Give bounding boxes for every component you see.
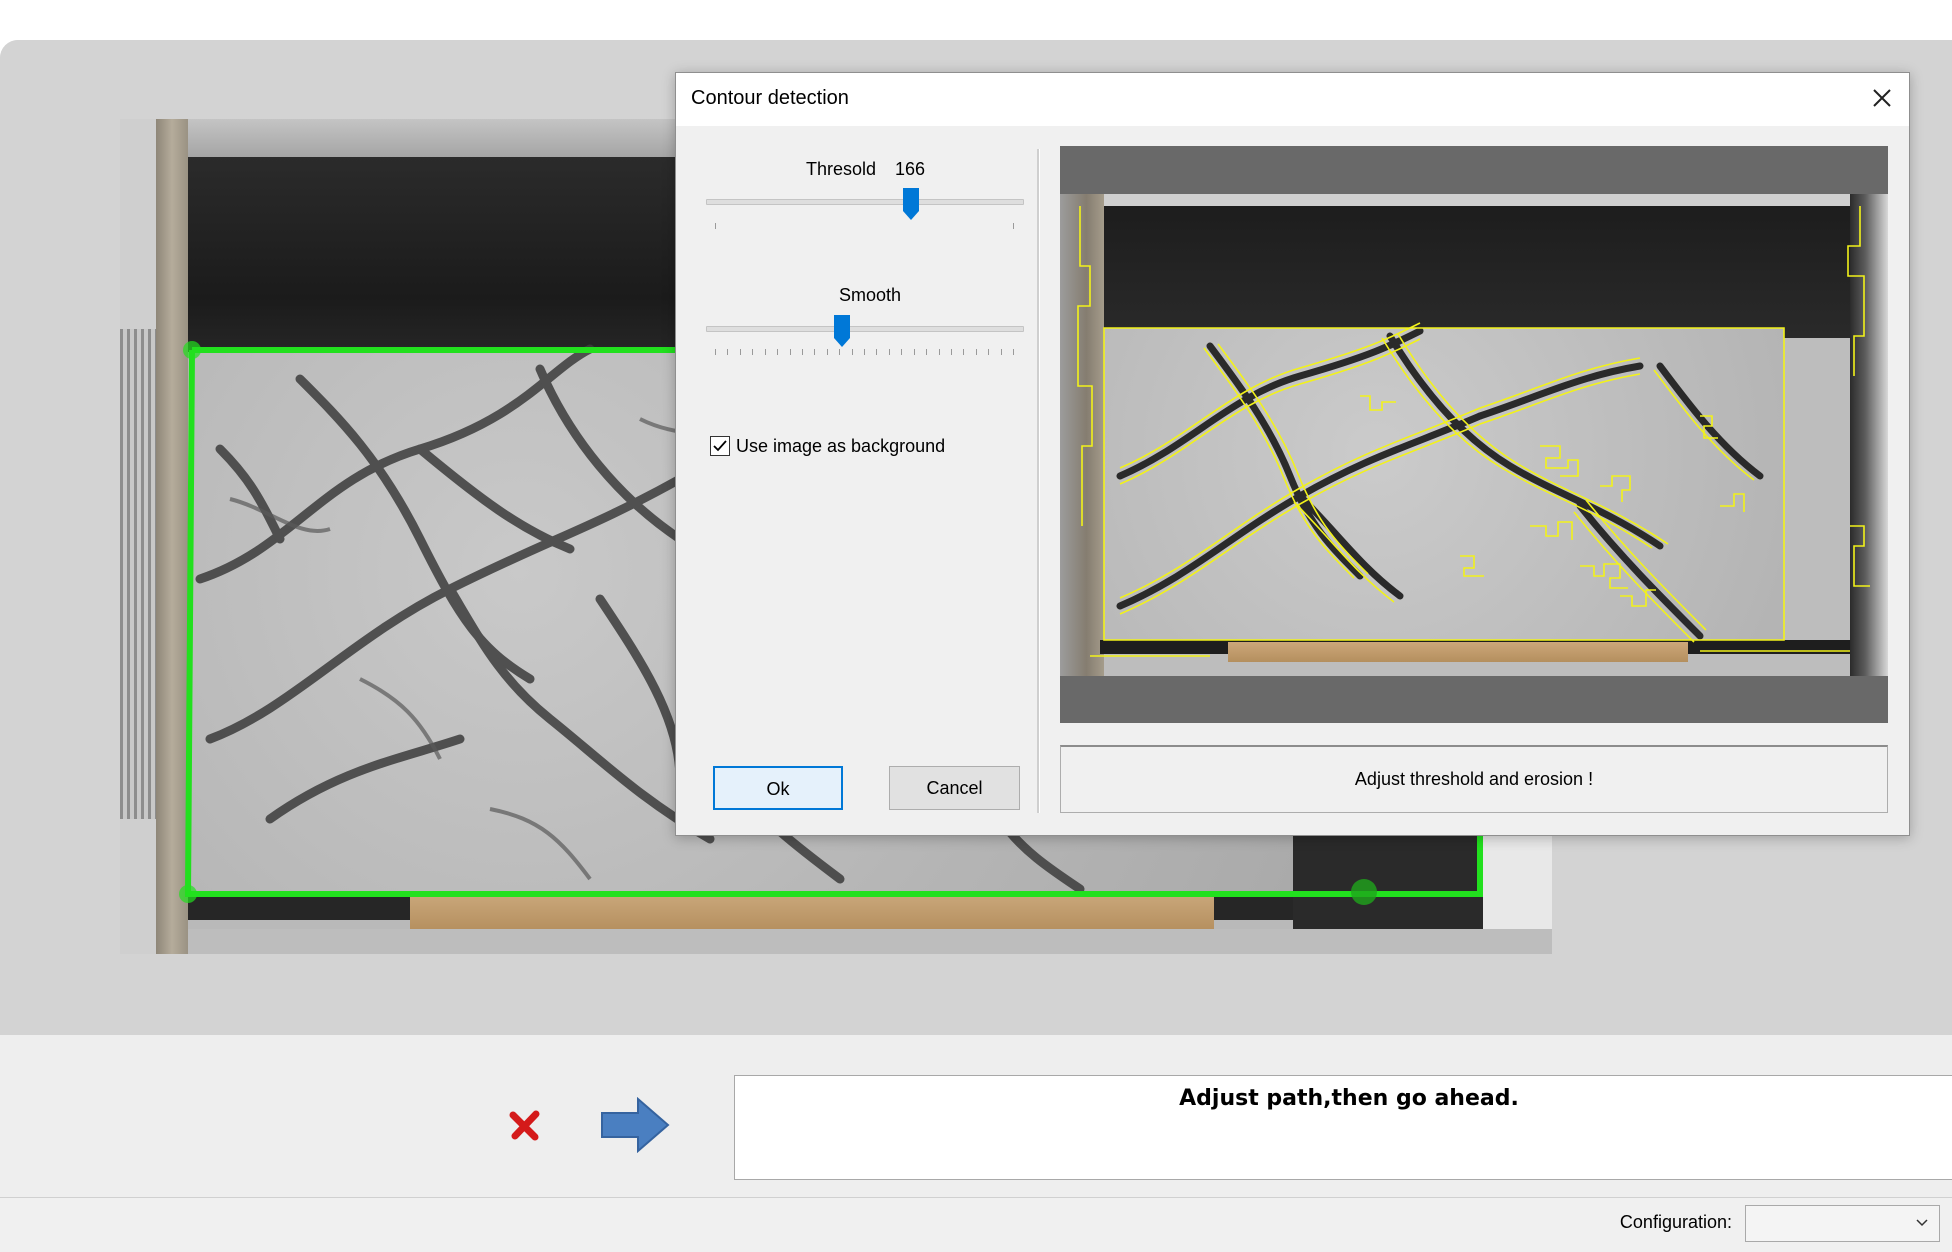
smooth-tick bbox=[876, 349, 878, 355]
dialog-divider bbox=[1037, 149, 1040, 813]
threshold-value: 166 bbox=[895, 159, 926, 179]
close-icon[interactable] bbox=[1867, 83, 1897, 113]
instruction-message: Adjust path,then go ahead. bbox=[734, 1075, 1952, 1180]
smooth-tick bbox=[715, 349, 716, 355]
smooth-tick bbox=[777, 349, 779, 355]
smooth-tick bbox=[839, 349, 841, 355]
dialog-titlebar[interactable]: Contour detection bbox=[676, 73, 1909, 126]
smooth-slider-thumb[interactable] bbox=[832, 314, 852, 348]
dialog-title: Contour detection bbox=[691, 87, 849, 109]
threshold-slider-track[interactable] bbox=[706, 199, 1024, 205]
smooth-tick bbox=[1000, 349, 1002, 355]
cancel-icon[interactable] bbox=[505, 1105, 545, 1145]
smooth-tick bbox=[764, 349, 766, 355]
configuration-select[interactable] bbox=[1745, 1205, 1940, 1242]
detected-contours bbox=[1077, 206, 1870, 657]
smooth-tick bbox=[938, 349, 940, 355]
smooth-tick bbox=[727, 349, 729, 355]
threshold-slider-thumb[interactable] bbox=[901, 187, 921, 221]
smooth-tick bbox=[901, 349, 903, 355]
dialog-status-text: Adjust threshold and erosion ! bbox=[1354, 769, 1594, 789]
bottom-panel: Adjust path,then go ahead. bbox=[0, 1035, 1952, 1197]
smooth-tick bbox=[801, 349, 803, 355]
dialog-status: Adjust threshold and erosion ! bbox=[1060, 745, 1888, 813]
threshold-tick-max bbox=[1013, 223, 1014, 229]
smooth-tick bbox=[752, 349, 754, 355]
checkmark-icon bbox=[713, 440, 727, 452]
smooth-label: Smooth bbox=[839, 285, 902, 305]
use-background-label: Use image as background bbox=[736, 436, 946, 456]
smooth-slider-track[interactable] bbox=[706, 326, 1024, 332]
threshold-tick-min bbox=[715, 223, 716, 229]
cancel-button[interactable]: Cancel bbox=[889, 766, 1020, 810]
contour-detection-dialog: Contour detection Thresold 166 Smooth Us… bbox=[675, 72, 1910, 836]
smooth-tick bbox=[814, 349, 816, 355]
chevron-down-icon bbox=[1916, 1219, 1928, 1227]
status-bar: Configuration: bbox=[0, 1197, 1952, 1252]
smooth-tick bbox=[888, 349, 890, 355]
threshold-label: Thresold bbox=[806, 159, 877, 179]
contour-preview bbox=[1060, 146, 1888, 723]
smooth-tick bbox=[851, 349, 853, 355]
smooth-tick bbox=[789, 349, 791, 355]
configuration-label: Configuration: bbox=[1619, 1212, 1732, 1232]
smooth-tick bbox=[975, 349, 977, 355]
use-background-checkbox[interactable] bbox=[710, 436, 730, 456]
smooth-tick bbox=[739, 349, 741, 355]
smooth-tick bbox=[826, 349, 828, 355]
smooth-tick bbox=[926, 349, 928, 355]
smooth-tick bbox=[1013, 349, 1014, 355]
ok-button[interactable]: Ok bbox=[713, 766, 843, 810]
next-arrow-icon[interactable] bbox=[600, 1097, 670, 1153]
smooth-tick bbox=[913, 349, 915, 355]
instruction-message-text: Adjust path,then go ahead. bbox=[1179, 1086, 1519, 1111]
smooth-tick bbox=[988, 349, 990, 355]
smooth-tick bbox=[963, 349, 965, 355]
smooth-tick bbox=[950, 349, 952, 355]
smooth-tick bbox=[864, 349, 865, 355]
